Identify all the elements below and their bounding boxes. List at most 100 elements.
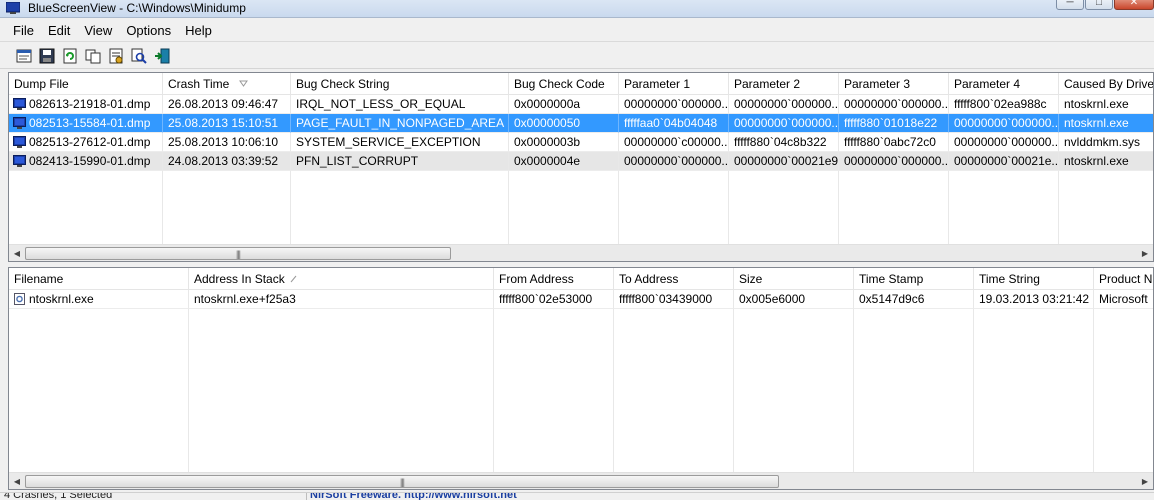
minimize-button[interactable]: ─ — [1056, 0, 1084, 10]
cell-from-address: fffff800`02e53000 — [494, 290, 614, 309]
save-button[interactable] — [37, 46, 57, 66]
col-crash-time[interactable]: Crash Time — [163, 73, 291, 95]
cell-parameter-3: fffff880`0abc72c0 — [839, 133, 949, 152]
html-report-button[interactable] — [14, 46, 34, 66]
cell-parameter-1: 00000000`000000... — [619, 95, 729, 114]
col-bug-check-code[interactable]: Bug Check Code — [509, 73, 619, 95]
col-parameter-3[interactable]: Parameter 3 — [839, 73, 949, 95]
cell-caused-by-driver: nvlddmkm.sys — [1059, 133, 1153, 152]
grip-icon: ||| — [399, 477, 405, 487]
driver-file-icon — [14, 293, 25, 305]
cell-parameter-2: 00000000`000000... — [729, 114, 839, 133]
find-button[interactable] — [129, 46, 149, 66]
cell-filename: ntoskrnl.exe — [9, 290, 189, 309]
scroll-right-icon[interactable]: ▶ — [1137, 245, 1153, 261]
col-parameter-1[interactable]: Parameter 1 — [619, 73, 729, 95]
dump-hscrollbar[interactable]: ◀ ||| ▶ — [9, 244, 1153, 261]
cell-parameter-1: fffffaa0`04b04048 — [619, 114, 729, 133]
menu-edit[interactable]: Edit — [41, 21, 77, 41]
dump-file-icon — [13, 155, 26, 167]
table-row[interactable]: 082613-21918-01.dmp 26.08.2013 09:46:47 IR… — [9, 95, 1153, 114]
menu-file[interactable]: File — [6, 21, 41, 41]
sort-desc-icon — [239, 80, 248, 87]
cell-dump-file: 082513-27612-01.dmp — [9, 133, 163, 152]
menu-view[interactable]: View — [77, 21, 119, 41]
cell-to-address: fffff800`03439000 — [614, 290, 734, 309]
cell-parameter-4: 00000000`000000... — [949, 133, 1059, 152]
col-size[interactable]: Size — [734, 268, 854, 290]
table-row[interactable]: ntoskrnl.exe ntoskrnl.exe+f25a3 fffff800`0… — [9, 290, 1153, 309]
close-button[interactable]: ✕ — [1114, 0, 1154, 10]
cell-bug-check-string: SYSTEM_SERVICE_EXCEPTION — [291, 133, 509, 152]
module-rows: ntoskrnl.exe ntoskrnl.exe+f25a3 fffff800`0… — [9, 290, 1153, 309]
window-controls: ─ □ ✕ — [1055, 0, 1154, 12]
cell-caused-by-driver: ntoskrnl.exe — [1059, 114, 1153, 133]
col-parameter-2[interactable]: Parameter 2 — [729, 73, 839, 95]
toolbar — [0, 43, 1154, 69]
col-caused-by-driver[interactable]: Caused By Driver — [1059, 73, 1153, 95]
dump-list-header: Dump File Crash Time Bug Check String Bu… — [9, 73, 1153, 95]
cell-dump-file: 082513-15584-01.dmp — [9, 114, 163, 133]
cell-caused-by-driver: ntoskrnl.exe — [1059, 95, 1153, 114]
cell-bug-check-string: IRQL_NOT_LESS_OR_EQUAL — [291, 95, 509, 114]
cell-parameter-2: fffff880`04c8b322 — [729, 133, 839, 152]
dump-file-icon — [13, 98, 26, 110]
scroll-left-icon[interactable]: ◀ — [9, 473, 25, 489]
refresh-button[interactable] — [60, 46, 80, 66]
html-report-icon — [16, 49, 32, 62]
dump-list[interactable]: Dump File Crash Time Bug Check String Bu… — [8, 72, 1154, 262]
cell-size: 0x005e6000 — [734, 290, 854, 309]
cell-crash-time: 25.08.2013 10:06:10 — [163, 133, 291, 152]
col-parameter-4[interactable]: Parameter 4 — [949, 73, 1059, 95]
table-row[interactable]: 082513-15584-01.dmp 25.08.2013 15:10:51 PA… — [9, 114, 1153, 133]
col-from-address[interactable]: From Address — [494, 268, 614, 290]
exit-button[interactable] — [152, 46, 172, 66]
col-time-string[interactable]: Time String — [974, 268, 1094, 290]
col-product-name[interactable]: Product N — [1094, 268, 1153, 290]
cell-parameter-2: 00000000`00021e9f — [729, 152, 839, 171]
module-list[interactable]: Filename Address In Stack From Address T… — [8, 267, 1154, 490]
table-row[interactable]: 082513-27612-01.dmp 25.08.2013 10:06:10 SY… — [9, 133, 1153, 152]
nirsoft-link[interactable]: NirSoft Freeware. http://www.nirsoft.net — [310, 493, 517, 500]
cell-bug-check-code: 0x0000000a — [509, 95, 619, 114]
col-crash-time-label: Crash Time — [168, 77, 230, 91]
status-bar: 4 Crashes, 1 Selected NirSoft Freeware. … — [0, 492, 1154, 500]
cell-crash-time: 26.08.2013 09:46:47 — [163, 95, 291, 114]
save-icon — [39, 48, 55, 63]
cell-parameter-3: fffff880`01018e22 — [839, 114, 949, 133]
copy-button[interactable] — [83, 46, 103, 66]
scroll-right-icon[interactable]: ▶ — [1137, 473, 1153, 489]
scroll-left-icon[interactable]: ◀ — [9, 245, 25, 261]
col-bug-check-string[interactable]: Bug Check String — [291, 73, 509, 95]
dump-file-icon — [13, 117, 26, 129]
cell-dump-file: 082613-21918-01.dmp — [9, 95, 163, 114]
menu-help[interactable]: Help — [178, 21, 219, 41]
col-filename[interactable]: Filename — [9, 268, 189, 290]
cell-time-string: 19.03.2013 03:21:42 — [974, 290, 1094, 309]
cell-bug-check-string: PAGE_FAULT_IN_NONPAGED_AREA — [291, 114, 509, 133]
dump-file-name: 082513-15584-01.dmp — [29, 115, 151, 130]
properties-button[interactable] — [106, 46, 126, 66]
scroll-thumb[interactable]: ||| — [25, 475, 779, 488]
module-hscrollbar[interactable]: ◀ ||| ▶ — [9, 472, 1153, 489]
module-list-header: Filename Address In Stack From Address T… — [9, 268, 1153, 290]
menu-options[interactable]: Options — [119, 21, 178, 41]
scroll-thumb[interactable]: ||| — [25, 247, 451, 260]
minimize-icon: ─ — [1066, 0, 1074, 8]
status-separator — [306, 493, 307, 500]
title-bar[interactable]: BlueScreenView - C:\Windows\Minidump ─ □… — [0, 0, 1154, 18]
cell-bug-check-string: PFN_LIST_CORRUPT — [291, 152, 509, 171]
col-time-stamp[interactable]: Time Stamp — [854, 268, 974, 290]
properties-icon — [109, 48, 123, 63]
col-address-in-stack[interactable]: Address In Stack — [189, 268, 494, 290]
table-row[interactable]: 082413-15990-01.dmp 24.08.2013 03:39:52 PF… — [9, 152, 1153, 171]
col-to-address[interactable]: To Address — [614, 268, 734, 290]
copy-icon — [85, 49, 101, 63]
maximize-button[interactable]: □ — [1085, 0, 1113, 10]
col-dump-file[interactable]: Dump File — [9, 73, 163, 95]
dump-rows: 082613-21918-01.dmp 26.08.2013 09:46:47 IR… — [9, 95, 1153, 171]
cell-bug-check-code: 0x00000050 — [509, 114, 619, 133]
cell-crash-time: 25.08.2013 15:10:51 — [163, 114, 291, 133]
maximize-icon: □ — [1095, 0, 1103, 8]
dump-file-name: 082513-27612-01.dmp — [29, 134, 151, 149]
